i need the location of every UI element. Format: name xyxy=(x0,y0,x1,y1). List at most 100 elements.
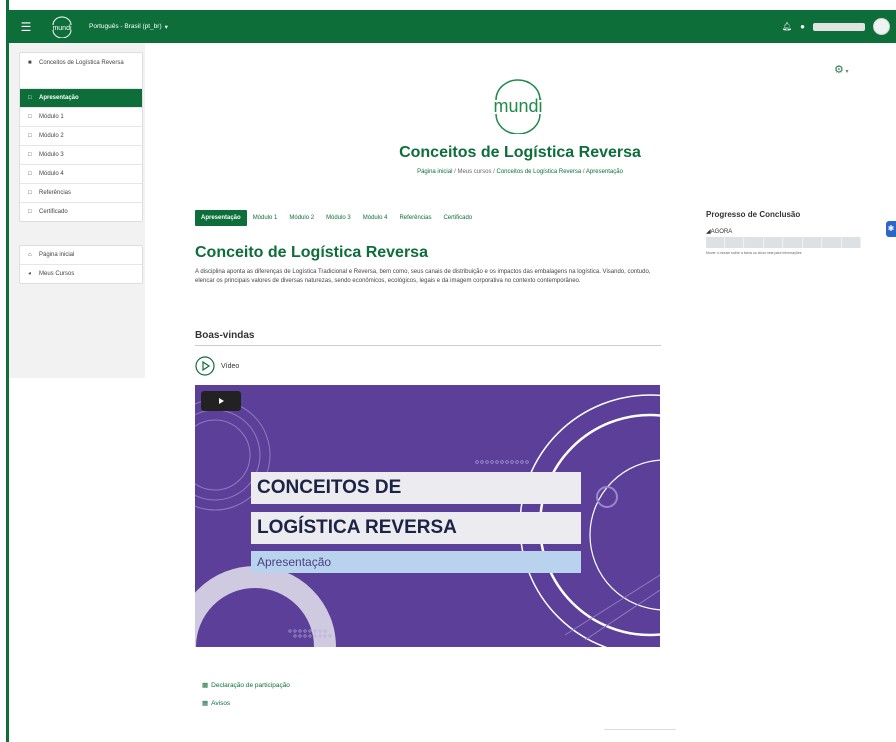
declaration-link[interactable]: ▩ Declaração de participação xyxy=(202,681,290,690)
sidebar-item-label: Módulo 1 xyxy=(39,114,64,120)
caret-down-icon: ▾ xyxy=(843,69,849,75)
sidebar-item-modulo-3[interactable]: □ Módulo 3 xyxy=(20,146,142,165)
sidebar-item-modulo-4[interactable]: □ Módulo 4 xyxy=(20,165,142,184)
tachometer-icon: ◕ xyxy=(28,271,32,277)
hamburger-icon[interactable]: ☰ xyxy=(19,20,33,34)
sidebar-item-label: Referências xyxy=(39,190,72,196)
progress-bar[interactable] xyxy=(706,237,861,248)
section-title: Conceito de Logística Reversa xyxy=(195,244,428,261)
folder-icon: □ xyxy=(28,114,32,120)
progress-now: ◢AGORA xyxy=(706,228,866,235)
navbar-logo-text: mundi xyxy=(52,25,72,32)
tab-modulo-3[interactable]: Módulo 3 xyxy=(320,210,357,226)
site-nav-block: ⌂ Página inicial ◕ Meus Cursos xyxy=(19,245,143,284)
language-label: Português - Brasil (pt_br) xyxy=(89,23,162,30)
mundi-logo: mundi xyxy=(493,79,543,134)
course-nav-drawer: ■ Conceitos de Logística Reversa □ Apres… xyxy=(9,43,145,378)
progress-segment[interactable] xyxy=(764,237,783,248)
sidebar-item-label: Meus Cursos xyxy=(39,271,75,277)
video-subtitle: Apresentação xyxy=(251,551,581,573)
progress-segment[interactable] xyxy=(784,237,803,248)
sidebar-item-my-courses[interactable]: ◕ Meus Cursos xyxy=(20,265,142,283)
navbar-logo[interactable]: mundi xyxy=(49,16,75,38)
footer-links: ▩ Declaração de participação ▦ Avisos xyxy=(202,681,290,717)
sidebar-item-label: Módulo 3 xyxy=(39,152,64,158)
breadcrumb-section[interactable]: Apresentação xyxy=(586,169,623,175)
forum-icon: ▦ xyxy=(202,700,209,707)
sidebar-item-label: Apresentação xyxy=(39,95,79,101)
mundi-logo-icon: mundi xyxy=(52,16,72,38)
left-edge-bar xyxy=(0,0,9,742)
section-tabs: Apresentação Módulo 1 Módulo 2 Módulo 3 … xyxy=(195,210,478,226)
completion-progress-block: Progresso de Conclusão ◢AGORA Mover o mo… xyxy=(706,210,866,255)
folder-icon: □ xyxy=(28,190,32,196)
video-title-line-2: LOGÍSTICA REVERSA xyxy=(251,512,581,544)
home-icon: ⌂ xyxy=(28,252,32,258)
folder-icon: □ xyxy=(28,95,32,101)
divider xyxy=(195,345,661,346)
sidebar-item-modulo-1[interactable]: □ Módulo 1 xyxy=(20,108,142,127)
progress-hint: Mover o mouse sobre a barra ou clicar ne… xyxy=(706,251,802,255)
sidebar-item-apresentacao[interactable]: □ Apresentação xyxy=(20,89,142,108)
divider xyxy=(604,729,676,730)
welcome-heading: Boas-vindas xyxy=(195,330,255,341)
breadcrumb: Página inicial / Meus cursos / Conceitos… xyxy=(330,169,710,175)
progress-now-label: AGORA xyxy=(710,229,733,235)
progress-segment[interactable] xyxy=(745,237,764,248)
language-selector[interactable]: Português - Brasil (pt_br) ▾ xyxy=(89,23,168,31)
sidebar-item-label: Conceitos de Logística Reversa xyxy=(39,60,124,66)
tab-modulo-1[interactable]: Módulo 1 xyxy=(247,210,284,226)
sidebar-item-home[interactable]: ⌂ Página inicial xyxy=(20,246,142,265)
sidebar-item-referencias[interactable]: □ Referências xyxy=(20,184,142,203)
progress-segment[interactable] xyxy=(725,237,744,248)
progress-segment[interactable] xyxy=(803,237,822,248)
tab-modulo-4[interactable]: Módulo 4 xyxy=(357,210,394,226)
video-play-button[interactable] xyxy=(201,391,241,411)
video-label: Vídeo xyxy=(221,362,240,370)
accessibility-icon[interactable]: ✱ xyxy=(886,221,896,237)
breadcrumb-separator: / xyxy=(493,169,495,175)
folder-icon: □ xyxy=(28,171,32,177)
sidebar-item-modulo-2[interactable]: □ Módulo 2 xyxy=(20,127,142,146)
video-activity-link[interactable]: Vídeo xyxy=(195,356,239,376)
breadcrumb-separator: / xyxy=(582,169,585,175)
course-nav-block: ■ Conceitos de Logística Reversa □ Apres… xyxy=(19,52,143,222)
progress-segment[interactable] xyxy=(823,237,842,248)
breadcrumb-home[interactable]: Página inicial xyxy=(417,169,452,175)
progress-title: Progresso de Conclusão xyxy=(706,210,801,219)
bell-icon[interactable]: 🔔︎ xyxy=(782,22,792,31)
chat-icon[interactable]: ● xyxy=(800,22,805,31)
breadcrumb-my-courses[interactable]: Meus cursos xyxy=(457,169,491,175)
caret-down-icon: ▾ xyxy=(164,23,168,31)
settings-gear-icon[interactable]: ⚙ ▾ xyxy=(834,63,849,76)
notices-link[interactable]: ▦ Avisos xyxy=(202,699,290,708)
tab-referencias[interactable]: Referências xyxy=(393,210,437,226)
sidebar-item-certificado[interactable]: □ Certificado xyxy=(20,203,142,221)
sidebar-item-label: Módulo 4 xyxy=(39,171,64,177)
section-description: A disciplina aponta as diferenças de Log… xyxy=(195,269,651,284)
page-title: Conceitos de Logística Reversa xyxy=(399,144,641,161)
video-title-line-1: CONCEITOS DE xyxy=(251,472,581,504)
folder-icon: □ xyxy=(28,209,32,215)
user-name[interactable] xyxy=(813,22,865,31)
play-circle-icon xyxy=(195,356,215,376)
breadcrumb-separator: / xyxy=(454,169,456,175)
tab-apresentacao[interactable]: Apresentação xyxy=(195,210,247,226)
breadcrumb-course[interactable]: Conceitos de Logística Reversa xyxy=(496,169,581,175)
logo-text: mundi xyxy=(493,96,542,116)
sidebar-item-course[interactable]: ■ Conceitos de Logística Reversa xyxy=(20,53,142,89)
folder-icon: □ xyxy=(28,152,32,158)
avatar[interactable] xyxy=(873,18,890,35)
folder-icon: □ xyxy=(28,133,32,139)
progress-segment[interactable] xyxy=(706,237,725,248)
sidebar-item-label: Módulo 2 xyxy=(39,133,64,139)
progress-segment[interactable] xyxy=(842,237,861,248)
play-icon xyxy=(219,398,224,404)
graduation-cap-icon: ■ xyxy=(28,60,32,66)
sidebar-item-label: Página inicial xyxy=(39,252,75,258)
tab-certificado[interactable]: Certificado xyxy=(437,210,478,226)
declaration-label: Declaração de participação xyxy=(211,681,290,689)
certificate-icon: ▩ xyxy=(202,682,209,689)
video-player[interactable]: CONCEITOS DE LOGÍSTICA REVERSA Apresenta… xyxy=(195,385,660,647)
tab-modulo-2[interactable]: Módulo 2 xyxy=(283,210,320,226)
